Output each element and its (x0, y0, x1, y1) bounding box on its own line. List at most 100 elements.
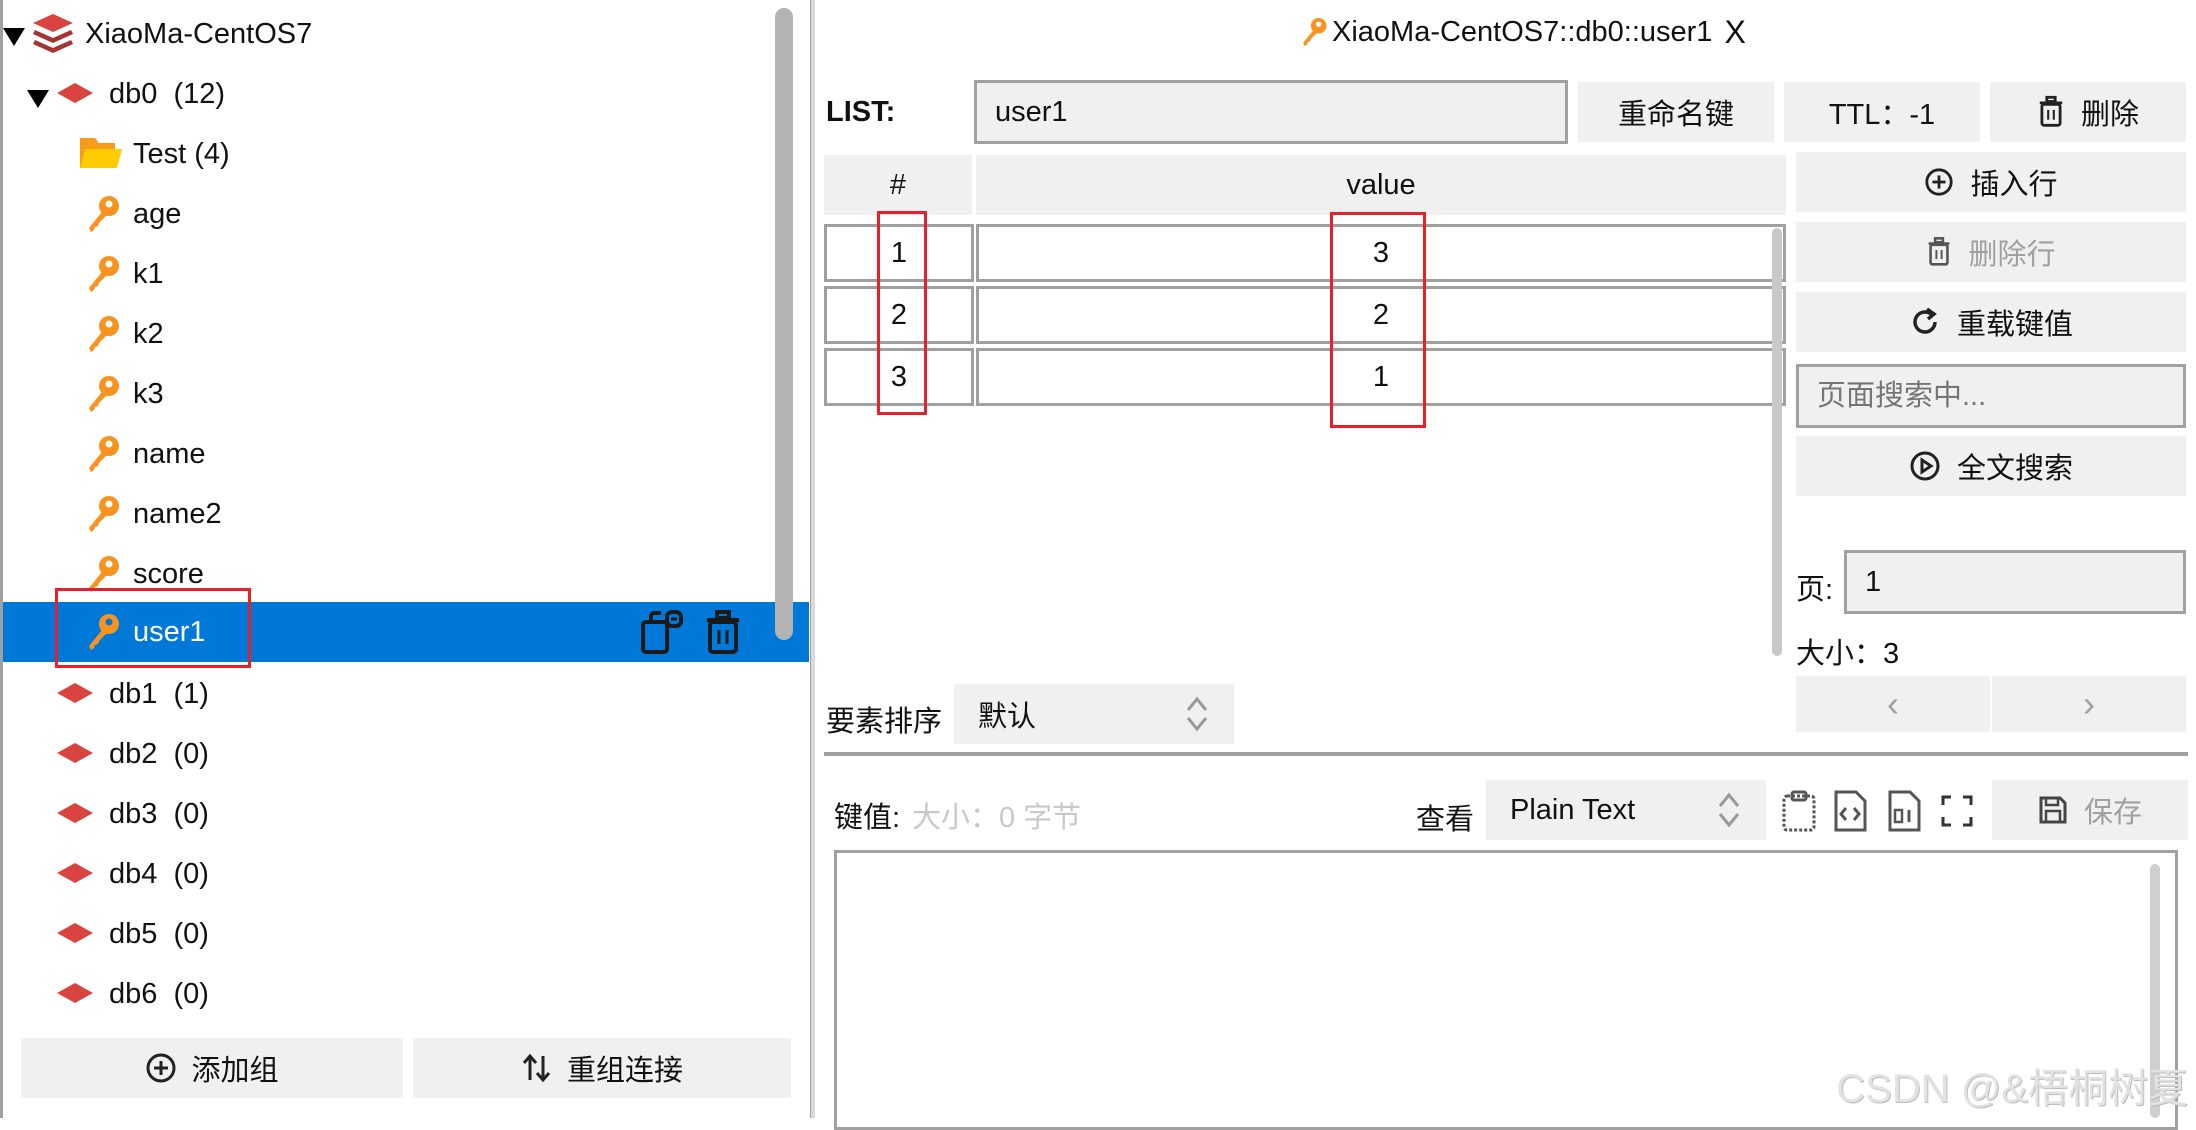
key-type-label: LIST: (826, 96, 896, 128)
table-cell-value[interactable]: 1 (976, 348, 1786, 406)
sort-select[interactable]: 默认 (954, 684, 1234, 744)
tree-db-row[interactable]: db5 (0) (3, 904, 809, 964)
key-icon (89, 256, 119, 292)
db-label: db0 (12) (109, 77, 226, 110)
add-group-label: 添加组 (191, 1055, 279, 1087)
updown-chevron-icon (1718, 792, 1740, 828)
insert-row-label: 插入行 (1970, 169, 2058, 201)
column-header-index[interactable]: # (824, 155, 972, 215)
tree-key-row[interactable]: name2 (3, 484, 809, 544)
panel-splitter[interactable] (810, 0, 815, 1118)
db-label: db5 (0) (109, 917, 209, 950)
ttl-button[interactable]: TTL：-1 (1784, 82, 1980, 142)
copy-key-icon[interactable] (639, 610, 687, 656)
table-cell-value[interactable]: 2 (976, 286, 1786, 344)
collapse-arrow-icon[interactable] (27, 86, 49, 108)
table-cell-index[interactable]: 1 (824, 224, 974, 282)
sort-label: 要素排序 (826, 706, 943, 738)
tree-key-row[interactable]: name (3, 424, 809, 484)
tree-db-row[interactable]: db0 (12) (3, 64, 809, 124)
key-label: user1 (133, 615, 206, 648)
delete-row-button[interactable]: 删除行 (1796, 222, 2186, 282)
tree-db-row[interactable]: db2 (0) (3, 724, 809, 784)
tree-key-row[interactable]: k3 (3, 364, 809, 424)
page-number-input[interactable]: 1 (1844, 550, 2186, 614)
code-file-icon[interactable] (1832, 790, 1868, 832)
tree-folder-row[interactable]: Test (4) (3, 124, 809, 184)
table-cell-index[interactable]: 2 (824, 286, 974, 344)
key-icon (89, 614, 119, 650)
updown-chevron-icon (1186, 696, 1208, 732)
plus-circle-icon (1925, 168, 1954, 196)
tree-db-row[interactable]: db1 (1) (3, 664, 809, 724)
trash-icon (2039, 95, 2063, 127)
connection-tree-panel: XiaoMa-CentOS7 db0 (12) Test (4) age k1 … (0, 0, 810, 1118)
fullscreen-icon[interactable] (1940, 794, 1974, 828)
tree-key-row[interactable]: k1 (3, 244, 809, 304)
regroup-connections-button[interactable]: 重组连接 (413, 1038, 791, 1098)
key-label: k2 (133, 317, 164, 350)
table-cell-index[interactable]: 3 (824, 348, 974, 406)
collapse-arrow-icon[interactable] (3, 24, 25, 46)
key-label: name (133, 437, 206, 470)
key-icon (89, 436, 119, 472)
table-cell-value[interactable]: 3 (976, 224, 1786, 282)
tree-key-row[interactable]: age (3, 184, 809, 244)
fulltext-search-button[interactable]: 全文搜索 (1796, 436, 2186, 496)
key-label: name2 (133, 497, 222, 530)
reload-icon (1913, 307, 1937, 334)
page-search-input[interactable] (1796, 364, 2186, 428)
clipboard-icon[interactable] (1780, 790, 1818, 832)
delete-key-label: 删除 (2080, 99, 2139, 131)
view-format-select[interactable]: Plain Text (1486, 780, 1766, 840)
section-divider[interactable] (824, 752, 2188, 756)
tree-db-row[interactable]: db6 (0) (3, 964, 809, 1024)
list-size-label: 大小：3 (1796, 638, 1900, 670)
key-label: age (133, 197, 182, 230)
plus-circle-icon (146, 1053, 176, 1083)
next-page-button[interactable]: › (1992, 676, 2186, 732)
tree-connection-row[interactable]: XiaoMa-CentOS7 (3, 4, 809, 64)
column-header-value[interactable]: value (976, 155, 1786, 215)
key-label: score (133, 557, 204, 590)
delete-key-icon[interactable] (703, 610, 743, 656)
insert-row-button[interactable]: 插入行 (1796, 152, 2186, 212)
reload-value-button[interactable]: 重载键值 (1796, 292, 2186, 352)
database-icon (57, 803, 93, 823)
play-circle-icon (1910, 451, 1940, 481)
save-value-button[interactable]: 保存 (1992, 780, 2188, 840)
tree-key-row[interactable]: k2 (3, 304, 809, 364)
tab-title: XiaoMa-CentOS7::db0::user1 (1332, 15, 1713, 48)
sort-arrows-icon (522, 1053, 551, 1083)
watermark-text: CSDN @&梧桐树夏 (1836, 1067, 2188, 1111)
binary-file-icon[interactable] (1886, 790, 1922, 832)
key-name-input[interactable]: user1 (974, 80, 1568, 144)
trash-icon (1929, 237, 1950, 266)
tree-db-row[interactable]: db3 (0) (3, 784, 809, 844)
add-group-button[interactable]: 添加组 (21, 1038, 403, 1098)
key-label: k1 (133, 257, 164, 290)
key-tab[interactable]: XiaoMa-CentOS7::db0::user1 X (1300, 10, 1746, 54)
prev-page-button[interactable]: ‹ (1796, 676, 1990, 732)
delete-key-button[interactable]: 删除 (1990, 82, 2186, 142)
database-icon (57, 683, 93, 703)
key-icon (89, 316, 119, 352)
db-label: db4 (0) (109, 857, 209, 890)
tree-key-row[interactable]: score (3, 544, 809, 604)
db-label: db6 (0) (109, 977, 209, 1010)
table-scrollbar[interactable] (1772, 228, 1782, 656)
key-icon (89, 556, 119, 592)
close-tab-icon[interactable]: X (1724, 14, 1745, 51)
page-label: 页: (1796, 574, 1834, 606)
database-icon (57, 83, 93, 103)
key-label: k3 (133, 377, 164, 410)
fulltext-search-label: 全文搜索 (1956, 453, 2073, 485)
tree-db-row[interactable]: db4 (0) (3, 844, 809, 904)
key-icon (89, 196, 119, 232)
sort-value: 默认 (978, 701, 1037, 733)
rename-key-button[interactable]: 重命名键 (1578, 82, 1774, 142)
tree-key-row-selected[interactable]: user1 (3, 602, 809, 662)
tree-scrollbar[interactable] (775, 8, 793, 640)
connection-label: XiaoMa-CentOS7 (85, 17, 313, 50)
key-icon (89, 376, 119, 412)
